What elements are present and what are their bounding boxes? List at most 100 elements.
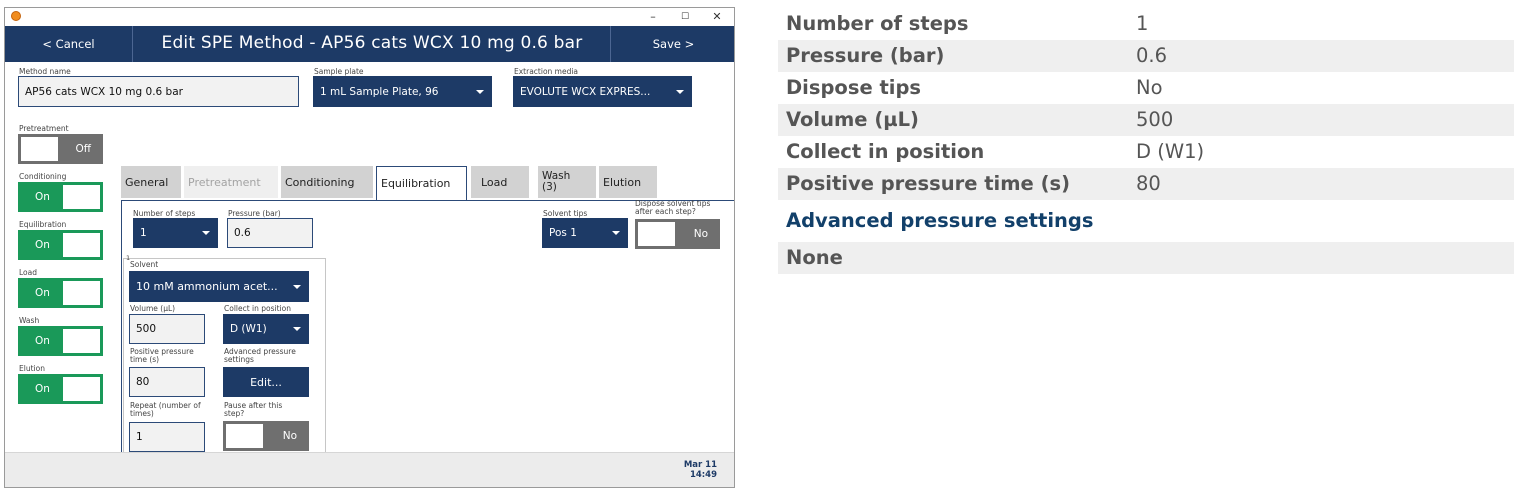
summary-value: 1 xyxy=(1136,12,1149,35)
save-button[interactable]: Save > xyxy=(611,26,734,62)
toggle-state: On xyxy=(35,239,50,251)
conditioning-toggle-label: Conditioning xyxy=(19,172,67,181)
equilibration-toggle-label: Equilibration xyxy=(19,220,67,229)
elution-toggle[interactable]: On xyxy=(18,374,103,404)
summary-value: 80 xyxy=(1136,172,1161,195)
pp-time-input[interactable]: 80 xyxy=(129,367,205,397)
sample-plate-dropdown[interactable]: 1 mL Sample Plate, 96 xyxy=(313,76,492,107)
toggle-knob xyxy=(63,329,100,353)
method-name-input[interactable]: AP56 cats WCX 10 mg 0.6 bar xyxy=(18,76,299,107)
tab-wash[interactable]: Wash (3) xyxy=(538,166,596,198)
toggle-state: No xyxy=(282,430,297,442)
toggle-knob xyxy=(638,222,675,246)
cancel-button[interactable]: < Cancel xyxy=(5,26,132,62)
app-logo-icon xyxy=(11,11,21,21)
repeat-input[interactable]: 1 xyxy=(129,422,205,452)
summary-row: Dispose tips No xyxy=(778,72,1514,104)
method-editor: Method name AP56 cats WCX 10 mg 0.6 bar … xyxy=(5,62,734,452)
toggle-state: On xyxy=(35,383,50,395)
solvent-dropdown[interactable]: 10 mM ammonium acet... xyxy=(129,271,309,302)
minimize-button[interactable]: – xyxy=(637,8,669,26)
advanced-pressure-edit-button[interactable]: Edit... xyxy=(223,367,309,397)
toggle-knob xyxy=(226,424,263,448)
toggle-state: On xyxy=(35,335,50,347)
advanced-pressure-label: Advanced pressure settings xyxy=(224,347,296,364)
summary-row: None xyxy=(778,242,1514,274)
tab-general[interactable]: General xyxy=(121,166,181,198)
summary-value: 500 xyxy=(1136,108,1174,131)
toggle-state: On xyxy=(35,191,50,203)
summary-key: Number of steps xyxy=(786,12,969,35)
extraction-media-value: EVOLUTE WCX EXPRES... xyxy=(520,85,651,98)
app-window: – ☐ ✕ < Cancel Edit SPE Method - AP56 ca… xyxy=(4,7,735,488)
pressure-input[interactable]: 0.6 xyxy=(227,218,313,248)
chevron-down-icon xyxy=(612,231,620,235)
summary-value: 0.6 xyxy=(1136,44,1168,67)
summary-row: Volume (µL) 500 xyxy=(778,104,1514,136)
app-header: < Cancel Edit SPE Method - AP56 cats WCX… xyxy=(5,26,734,62)
solvent-tips-value: Pos 1 xyxy=(549,227,577,239)
toggle-state: No xyxy=(693,228,708,240)
num-steps-value: 1 xyxy=(140,227,147,239)
dispose-tips-toggle[interactable]: No xyxy=(635,219,720,249)
tab-conditioning[interactable]: Conditioning xyxy=(281,166,373,198)
pause-label: Pause after this step? xyxy=(224,401,283,418)
advanced-pressure-value: None xyxy=(786,246,843,269)
page-title: Edit SPE Method - AP56 cats WCX 10 mg 0.… xyxy=(161,33,583,53)
toggle-knob xyxy=(63,233,100,257)
method-name-label: Method name xyxy=(19,67,71,76)
collect-position-value: D (W1) xyxy=(230,323,267,335)
sample-plate-value: 1 mL Sample Plate, 96 xyxy=(320,85,439,98)
summary-row: Number of steps 1 xyxy=(778,8,1514,40)
chevron-down-icon xyxy=(293,284,301,289)
chevron-down-icon xyxy=(476,89,484,94)
conditioning-toggle[interactable]: On xyxy=(18,182,103,212)
clock: Mar 11 14:49 xyxy=(684,460,717,480)
toggle-state: Off xyxy=(75,143,92,155)
solvent-tips-dropdown[interactable]: Pos 1 xyxy=(542,218,628,248)
extraction-media-dropdown[interactable]: EVOLUTE WCX EXPRES... xyxy=(513,76,692,107)
volume-label: Volume (µL) xyxy=(130,304,176,313)
summary-row: Pressure (bar) 0.6 xyxy=(778,40,1514,72)
tab-equilibration[interactable]: Equilibration xyxy=(376,166,467,200)
wash-toggle[interactable]: On xyxy=(18,326,103,356)
num-steps-label: Number of steps xyxy=(133,209,196,218)
solvent-tips-label: Solvent tips xyxy=(543,209,588,218)
maximize-button[interactable]: ☐ xyxy=(669,8,701,26)
pressure-label: Pressure (bar) xyxy=(228,209,281,218)
collect-position-label: Collect in position xyxy=(224,304,291,313)
wash-toggle-label: Wash xyxy=(19,316,40,325)
volume-input[interactable]: 500 xyxy=(129,314,205,344)
summary-key: Volume (µL) xyxy=(786,108,919,131)
tab-elution[interactable]: Elution xyxy=(599,166,657,198)
toggle-knob xyxy=(63,281,100,305)
num-steps-dropdown[interactable]: 1 xyxy=(133,218,218,248)
summary-key: Collect in position xyxy=(786,140,985,163)
equilibration-toggle[interactable]: On xyxy=(18,230,103,260)
sample-plate-label: Sample plate xyxy=(314,67,364,76)
chevron-down-icon xyxy=(202,231,210,235)
load-toggle-label: Load xyxy=(19,268,37,277)
close-button[interactable]: ✕ xyxy=(701,8,733,26)
toggle-knob xyxy=(21,137,58,161)
clock-time: 14:49 xyxy=(689,470,717,480)
collect-position-dropdown[interactable]: D (W1) xyxy=(223,314,309,344)
summary-row: Positive pressure time (s) 80 xyxy=(778,168,1514,200)
solvent-label: Solvent xyxy=(130,260,159,269)
tab-load[interactable]: Load xyxy=(471,166,529,198)
toggle-knob xyxy=(63,377,100,401)
pause-toggle[interactable]: No xyxy=(223,421,309,451)
summary-row: Collect in position D (W1) xyxy=(778,136,1514,168)
pretreatment-toggle-label: Pretreatment xyxy=(19,124,69,133)
summary-value: No xyxy=(1136,76,1163,99)
solvent-value: 10 mM ammonium acet... xyxy=(136,280,278,293)
pretreatment-toggle[interactable]: Off xyxy=(18,134,103,164)
summary-key: Dispose tips xyxy=(786,76,922,99)
tab-pretreatment[interactable]: Pretreatment xyxy=(184,166,278,198)
pp-time-label: Positive pressure time (s) xyxy=(130,347,194,364)
load-toggle[interactable]: On xyxy=(18,278,103,308)
toggle-state: On xyxy=(35,287,50,299)
summary-key: Pressure (bar) xyxy=(786,44,945,67)
repeat-label: Repeat (number of times) xyxy=(130,401,201,418)
summary-value: D (W1) xyxy=(1136,140,1205,163)
